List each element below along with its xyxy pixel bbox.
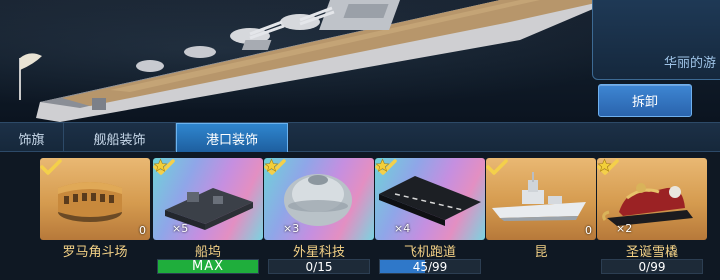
star-count: ×4 bbox=[394, 222, 411, 235]
progress-text: 0/15 bbox=[305, 259, 333, 274]
progress-text: 0/99 bbox=[638, 259, 666, 274]
tab-label: 港口装饰 bbox=[205, 132, 258, 148]
tab-label: 饰旗 bbox=[18, 132, 45, 148]
tab-flag-decor[interactable]: 饰旗 bbox=[0, 123, 64, 153]
star-icon bbox=[153, 158, 168, 172]
category-tabbar: 饰旗 舰船装饰 港口装饰 bbox=[0, 122, 720, 153]
item-name: 圣诞雪橇 bbox=[625, 245, 678, 260]
check-icon bbox=[40, 159, 62, 175]
item-name: 罗马角斗场 bbox=[62, 245, 128, 260]
owned-count: 0 bbox=[139, 224, 146, 237]
item-thumbnail: 0 bbox=[486, 158, 596, 240]
item-thumbnail: ×4 bbox=[375, 158, 485, 240]
progress-text: 45/99 bbox=[412, 259, 448, 274]
item-thumbnail: ×2 bbox=[597, 158, 707, 240]
star-icon bbox=[597, 158, 612, 172]
star-icon bbox=[264, 158, 279, 172]
check-icon bbox=[486, 159, 508, 175]
item-thumbnail: 0 bbox=[40, 158, 150, 240]
star-icon bbox=[375, 158, 390, 172]
item-thumbnail: ×3 bbox=[264, 158, 374, 240]
item-card-christmas-sleigh[interactable]: ×2 圣诞雪橇 0/99 bbox=[597, 158, 707, 274]
item-card-colosseum[interactable]: 0 罗马角斗场 bbox=[40, 158, 150, 274]
item-thumbnail: ×5 bbox=[153, 158, 263, 240]
star-count: ×5 bbox=[172, 222, 189, 235]
progress-text: MAX bbox=[191, 259, 224, 274]
progress-bar: 0/99 bbox=[601, 259, 703, 274]
progress-bar: 45/99 bbox=[379, 259, 481, 274]
star-count: ×3 bbox=[283, 222, 300, 235]
battleship-model bbox=[19, 0, 600, 122]
tab-port-decor[interactable]: 港口装饰 bbox=[176, 123, 288, 153]
item-name: 外星科技 bbox=[292, 245, 345, 260]
item-name: 飞机跑道 bbox=[403, 245, 456, 260]
item-card-alien-tech[interactable]: ×3 外星科技 0/15 bbox=[264, 158, 374, 274]
remove-button[interactable]: 拆卸 bbox=[598, 84, 692, 117]
item-card-runway[interactable]: ×4 飞机跑道 45/99 bbox=[375, 158, 485, 274]
info-description: 华丽的游 bbox=[664, 56, 717, 71]
owned-count: 0 bbox=[585, 224, 592, 237]
tab-ship-decor[interactable]: 舰船装饰 bbox=[64, 123, 176, 153]
star-count: ×2 bbox=[616, 222, 633, 235]
item-name: 船坞 bbox=[194, 245, 221, 260]
item-card-kun[interactable]: 0 昆 bbox=[486, 158, 596, 274]
item-name: 昆 bbox=[534, 245, 548, 260]
item-card-dock[interactable]: ×5 船坞 MAX bbox=[153, 158, 263, 274]
progress-bar: MAX bbox=[157, 259, 259, 274]
progress-bar: 0/15 bbox=[268, 259, 370, 274]
tab-label: 舰船装饰 bbox=[93, 132, 146, 148]
